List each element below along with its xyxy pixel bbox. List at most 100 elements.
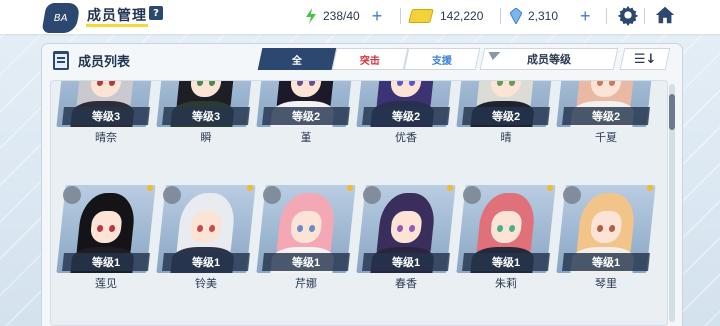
filter-tabs: 全 突击 支援 (257, 48, 481, 70)
member-name: 琴里 (595, 278, 617, 290)
tab-all-label: 全 (292, 55, 302, 67)
tab-special-label: 支援 (432, 55, 452, 67)
member-name: 铃美 (195, 278, 217, 290)
member-level-bar: 等级1 (62, 253, 150, 271)
member-name: 千夏 (595, 132, 617, 144)
pin-icon[interactable] (263, 186, 281, 204)
member-level-bar: 等级1 (562, 253, 650, 271)
title-underline (86, 24, 148, 27)
member-level: 等级2 (391, 111, 421, 123)
tab-all[interactable]: 全 (257, 48, 337, 70)
member-level-bar: 等级1 (162, 253, 250, 271)
gems-resource: 2,310 + (510, 6, 591, 26)
member-level: 等级1 (491, 257, 521, 269)
member-level-bar: 等级1 (262, 253, 350, 271)
filter-icon (486, 52, 501, 60)
member-card[interactable]: 等级2 晴 (456, 81, 556, 147)
sort-label: 成员等级 (527, 53, 571, 66)
pin-icon[interactable] (63, 186, 81, 204)
member-level-bar: 等级1 (462, 253, 550, 271)
home-icon[interactable] (654, 4, 676, 26)
help-icon[interactable]: ? (149, 6, 163, 20)
panel-header: 成员列表 全 突击 支援 成员等级 ☰↓ (42, 44, 682, 74)
member-level: 等级2 (291, 111, 321, 123)
member-card[interactable]: 等级1 朱莉 (456, 185, 556, 293)
pin-icon[interactable] (563, 186, 581, 204)
notification-dot-icon (647, 185, 653, 191)
gear-icon[interactable] (617, 4, 639, 26)
member-card[interactable]: 等级1 铃美 (156, 185, 256, 293)
member-level-bar: 等级2 (562, 107, 650, 125)
member-name: 朱莉 (495, 278, 517, 290)
sort-order-button[interactable]: ☰↓ (619, 48, 671, 70)
member-list-panel: 成员列表 全 突击 支援 成员等级 ☰↓ 等级3 晴奈 等级3 瞬等级2 堇等级2 优香等… (42, 44, 682, 326)
tab-striker-label: 突击 (360, 55, 380, 67)
member-name: 莲见 (95, 278, 117, 290)
member-card[interactable]: 等级1 琴里 (556, 185, 656, 293)
member-name: 晴 (500, 132, 512, 144)
member-level: 等级1 (391, 257, 421, 269)
scrollbar[interactable] (669, 84, 675, 322)
divider (644, 8, 645, 24)
member-card[interactable]: 等级3 瞬 (156, 81, 256, 147)
credits-value: 142,220 (440, 9, 484, 23)
member-level: 等级1 (591, 257, 621, 269)
gem-icon (510, 8, 522, 24)
member-level: 等级2 (491, 111, 521, 123)
member-name: 优香 (395, 132, 417, 144)
notification-dot-icon (347, 185, 353, 191)
member-name: 春香 (395, 278, 417, 290)
divider (400, 8, 401, 24)
member-level: 等级3 (91, 111, 121, 123)
member-level-bar: 等级3 (62, 107, 150, 125)
member-card[interactable]: 等级2 堇 (256, 81, 356, 147)
credit-icon (408, 9, 434, 23)
notification-dot-icon (147, 185, 153, 191)
panel-title: 成员列表 (78, 54, 131, 69)
member-level-bar: 等级1 (362, 253, 450, 271)
energy-resource: 238/40 + (305, 6, 382, 26)
pin-icon[interactable] (363, 186, 381, 204)
notification-dot-icon (547, 185, 553, 191)
member-level-bar: 等级3 (162, 107, 250, 125)
member-card[interactable]: 等级1 春香 (356, 185, 456, 293)
back-button[interactable]: BA (41, 3, 81, 33)
member-level: 等级2 (591, 111, 621, 123)
member-name: 堇 (300, 132, 312, 144)
member-card[interactable]: 等级3 晴奈 (56, 81, 156, 147)
notification-dot-icon (447, 185, 453, 191)
member-level-bar: 等级2 (362, 107, 450, 125)
member-name: 瞬 (200, 132, 212, 144)
credits-resource: 142,220 (408, 6, 484, 26)
member-level-bar: 等级2 (462, 107, 550, 125)
gems-value: 2,310 (528, 9, 559, 23)
member-card[interactable]: 等级1 芹娜 (256, 185, 356, 293)
scroll-thumb[interactable] (669, 94, 675, 130)
member-name: 晴奈 (95, 132, 117, 144)
member-card[interactable]: 等级2 优香 (356, 81, 456, 147)
tab-special[interactable]: 支援 (403, 48, 481, 70)
member-level: 等级1 (191, 257, 221, 269)
top-bar: BA 成员管理 ? 238/40 + 142,220 2,310 + (0, 0, 720, 34)
energy-add-button[interactable]: + (372, 6, 383, 27)
pin-icon[interactable] (163, 186, 181, 204)
divider (500, 8, 501, 24)
page-title: 成员管理 (87, 7, 147, 23)
notification-dot-icon (247, 185, 253, 191)
back-button-label: BA (54, 12, 68, 24)
energy-value: 238/40 (323, 9, 360, 23)
member-card[interactable]: 等级2 千夏 (556, 81, 656, 147)
member-level: 等级1 (291, 257, 321, 269)
lightning-icon (306, 8, 316, 24)
list-icon (53, 51, 69, 70)
divider (606, 8, 607, 24)
member-level: 等级1 (91, 257, 121, 269)
tab-striker[interactable]: 突击 (331, 48, 409, 70)
member-card[interactable]: 等级1 莲见 (56, 185, 156, 293)
pin-icon[interactable] (463, 186, 481, 204)
member-level-bar: 等级2 (262, 107, 350, 125)
sort-selector[interactable]: 成员等级 (479, 48, 619, 70)
gems-add-button[interactable]: + (580, 6, 591, 27)
member-level: 等级3 (191, 111, 221, 123)
sort-order-icon: ☰↓ (633, 51, 657, 67)
